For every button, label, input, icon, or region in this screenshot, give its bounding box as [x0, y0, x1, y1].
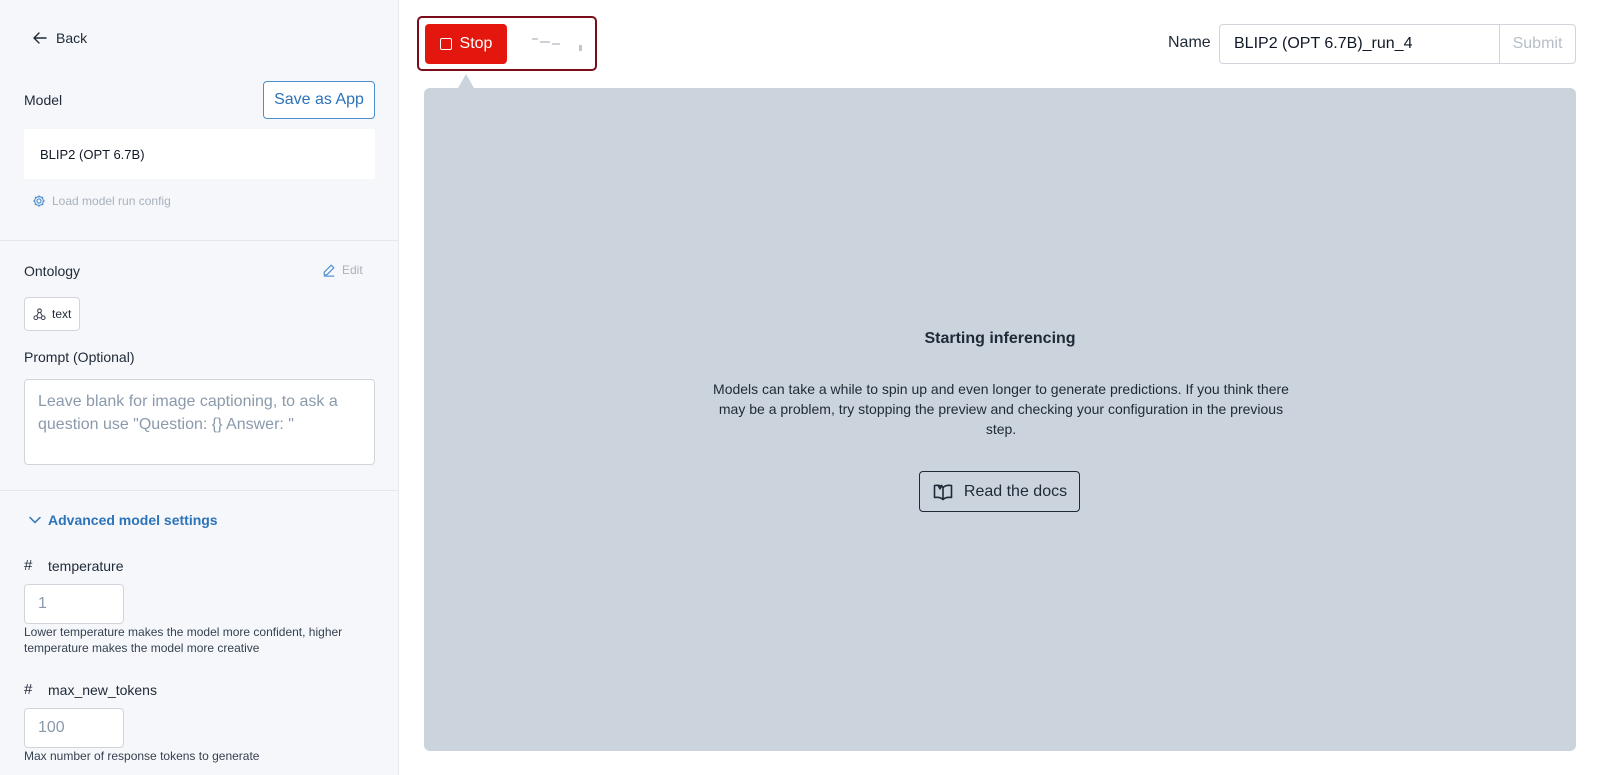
advanced-settings-toggle[interactable]: Advanced model settings: [28, 512, 218, 528]
edit-label: Edit: [342, 263, 363, 277]
book-open-icon: [933, 483, 953, 500]
param-name: max_new_tokens: [48, 681, 157, 698]
ontology-label: Ontology: [24, 263, 81, 279]
divider: [0, 490, 399, 491]
stop-label: Stop: [459, 35, 493, 52]
advanced-settings-label: Advanced model settings: [48, 512, 218, 528]
chip-label: text: [52, 307, 72, 321]
back-label: Back: [56, 30, 88, 46]
back-link[interactable]: Back: [32, 30, 87, 46]
divider: [0, 240, 399, 241]
param-max-new-tokens-header: # max_new_tokens: [24, 681, 157, 698]
ontology-nodes-icon: [33, 307, 46, 320]
pencil-icon: [323, 264, 335, 277]
ontology-chip-text[interactable]: text: [24, 297, 81, 331]
number-icon: #: [24, 681, 33, 698]
chevron-down-icon: [29, 516, 41, 524]
name-label: Name: [1168, 34, 1211, 51]
prompt-input[interactable]: [24, 379, 375, 465]
stop-button[interactable]: Stop: [425, 24, 507, 64]
preview-description: Models can take a while to spin up and e…: [713, 381, 1289, 437]
max-new-tokens-input[interactable]: [24, 708, 124, 748]
load-model-run-config-link[interactable]: Load model run config: [32, 194, 171, 208]
sidebar: Back Model Save as App BLIP2 (OPT 6.7B) …: [0, 0, 399, 775]
read-docs-button[interactable]: Read the docs: [919, 471, 1080, 512]
callout-arrow: [458, 74, 474, 88]
load-config-label: Load model run config: [52, 194, 171, 208]
docs-label: Read the docs: [963, 482, 1068, 500]
param-name: temperature: [48, 557, 124, 574]
loading-indicator-icon: [532, 38, 582, 51]
submit-button[interactable]: Submit: [1499, 24, 1576, 64]
model-label: Model: [24, 92, 63, 108]
param-temperature-header: # temperature: [24, 557, 123, 574]
number-icon: #: [24, 557, 33, 574]
save-as-app-button[interactable]: Save as App: [263, 81, 375, 119]
temperature-help: Lower temperature makes the model more c…: [24, 625, 343, 655]
preview-panel: Starting inferencing Models can take a w…: [424, 88, 1576, 751]
arrow-left-icon: [33, 32, 47, 44]
prompt-label: Prompt (Optional): [24, 349, 135, 365]
stop-square-icon: [439, 38, 452, 50]
max-new-tokens-help: Max number of response tokens to generat…: [24, 749, 260, 763]
gear-icon: [33, 195, 45, 207]
temperature-input[interactable]: [24, 584, 124, 624]
preview-title: Starting inferencing: [924, 330, 1076, 347]
run-name-input[interactable]: [1219, 24, 1500, 64]
ontology-edit-button[interactable]: Edit: [322, 263, 363, 277]
selected-model[interactable]: BLIP2 (OPT 6.7B): [24, 129, 375, 179]
